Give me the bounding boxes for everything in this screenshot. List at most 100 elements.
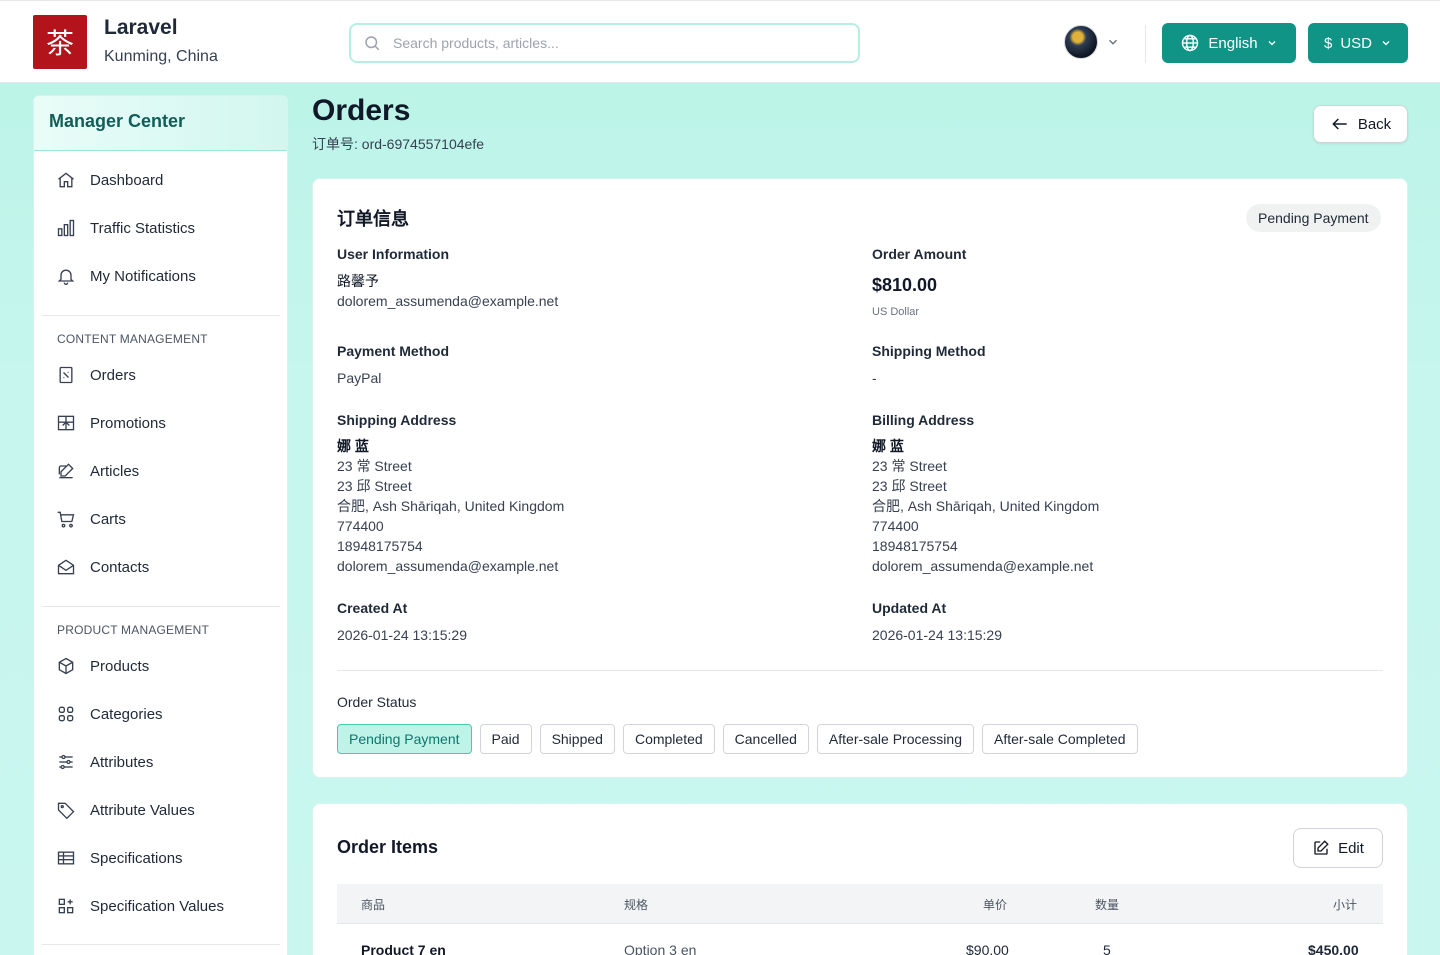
edit-button[interactable]: Edit: [1293, 828, 1383, 868]
brand-logo[interactable]: 茶: [33, 15, 87, 69]
receipt-icon: [54, 363, 78, 387]
section-content-management: CONTENT MANAGEMENT: [57, 332, 208, 346]
sliders-icon: [54, 750, 78, 774]
bar-chart-icon: [54, 216, 78, 240]
brand-name[interactable]: Laravel: [104, 16, 178, 40]
sidebar-item-label: Specification Values: [90, 897, 224, 915]
search-input[interactable]: [393, 35, 813, 51]
status-completed[interactable]: Completed: [622, 724, 715, 754]
status-paid[interactable]: Paid: [479, 724, 532, 754]
language-label: English: [1208, 34, 1258, 52]
order-amount: $810.00: [872, 275, 938, 295]
status-pending-payment[interactable]: Pending Payment: [337, 724, 472, 754]
shipping-postcode: 774400: [337, 518, 384, 534]
user-info-label: User Information: [337, 246, 450, 262]
sidebar-item-attribute-values[interactable]: Attribute Values: [54, 798, 195, 822]
order-currency: US Dollar: [872, 306, 920, 318]
billing-address-label: Billing Address: [872, 412, 975, 428]
home-icon: [54, 168, 78, 192]
updated-at-value: 2026-01-24 13:15:29: [872, 627, 1002, 643]
chevron-down-icon[interactable]: [1106, 35, 1120, 49]
updated-at-label: Updated At: [872, 600, 947, 616]
sidebar-item-products[interactable]: Products: [54, 654, 149, 678]
gift-icon: [54, 411, 78, 435]
edit-icon: [1314, 840, 1329, 855]
user-name: 路馨予: [337, 273, 379, 289]
header-divider: [1145, 25, 1146, 63]
billing-name: 娜 蓝: [872, 438, 904, 454]
back-button[interactable]: Back: [1313, 105, 1408, 143]
items-table-header: 商品 规格 单价 数量 小计: [337, 884, 1383, 924]
shipping-method-label: Shipping Method: [872, 343, 986, 359]
sidebar-item-promotions[interactable]: Promotions: [54, 411, 166, 435]
sidebar-item-attributes[interactable]: Attributes: [54, 750, 153, 774]
envelope-icon: [54, 555, 78, 579]
row-product: Product 7 en: [361, 942, 446, 955]
billing-line1: 23 常 Street: [872, 458, 947, 474]
chevron-down-icon: [1382, 41, 1390, 46]
sidebar-item-label: Traffic Statistics: [90, 219, 196, 237]
sidebar-item-my-notifications[interactable]: My Notifications: [54, 264, 196, 288]
sidebar-item-label: Attributes: [90, 753, 154, 771]
globe-icon: [1182, 34, 1199, 52]
sidebar-item-specification-values[interactable]: Specification Values: [54, 894, 224, 918]
order-info-card: 订单信息 Pending Payment User Information 路馨…: [312, 178, 1408, 778]
sidebar: Manager Center Dashboard Traffic Statist…: [33, 95, 288, 955]
status-cancelled[interactable]: Cancelled: [722, 724, 809, 754]
row-qty: 5: [1103, 942, 1111, 955]
currency-label: USD: [1340, 34, 1372, 52]
billing-city: 合肥, Ash Shāriqah, United Kingdom: [872, 498, 1100, 514]
column-subtotal: 小计: [1333, 898, 1358, 912]
search-box[interactable]: [349, 23, 860, 63]
user-avatar[interactable]: [1064, 25, 1098, 59]
order-status-options: Pending Payment Paid Shipped Completed C…: [337, 724, 1138, 754]
billing-line2: 23 邱 Street: [872, 478, 947, 494]
shipping-name: 娜 蓝: [337, 438, 369, 454]
order-info-title: 订单信息: [337, 209, 409, 229]
chevron-down-icon: [1268, 41, 1276, 46]
shipping-phone: 18948175754: [337, 538, 423, 554]
sidebar-item-traffic-statistics[interactable]: Traffic Statistics: [54, 216, 195, 240]
pencil-square-icon: [54, 459, 78, 483]
sidebar-item-articles[interactable]: Articles: [54, 459, 139, 483]
sidebar-item-label: Carts: [90, 510, 126, 528]
order-items-title: Order Items: [337, 837, 439, 857]
sidebar-divider: [42, 606, 280, 607]
row-price: $90.00: [966, 942, 1009, 955]
sidebar-item-dashboard[interactable]: Dashboard: [54, 168, 163, 192]
language-button[interactable]: English: [1162, 23, 1296, 63]
sidebar-item-label: Products: [90, 657, 150, 675]
shipping-line2: 23 邱 Street: [337, 478, 412, 494]
order-status-label: Order Status: [337, 694, 417, 710]
status-after-sale-completed[interactable]: After-sale Completed: [981, 724, 1138, 754]
sidebar-item-carts[interactable]: Carts: [54, 507, 126, 531]
column-unit-price: 单价: [983, 898, 1008, 912]
order-items-card: Order Items Edit 商品 规格 单价 数量 小计 Product …: [312, 803, 1408, 955]
sidebar-item-label: Orders: [90, 366, 136, 384]
shipping-line1: 23 常 Street: [337, 458, 412, 474]
blocks-icon: [54, 894, 78, 918]
sidebar-item-label: Categories: [90, 705, 163, 723]
bell-icon: [54, 264, 78, 288]
page-title: Orders: [312, 94, 411, 127]
sidebar-item-categories[interactable]: Categories: [54, 702, 163, 726]
sidebar-divider: [42, 315, 280, 316]
column-quantity: 数量: [1095, 898, 1120, 912]
back-label: Back: [1357, 115, 1392, 133]
status-shipped[interactable]: Shipped: [539, 724, 615, 754]
sidebar-item-label: Specifications: [90, 849, 183, 867]
payment-method-label: Payment Method: [337, 343, 450, 359]
currency-button[interactable]: $ USD: [1308, 23, 1408, 63]
currency-symbol: $: [1323, 34, 1333, 52]
sidebar-item-specifications[interactable]: Specifications: [54, 846, 183, 870]
cart-icon: [54, 507, 78, 531]
sidebar-title: Manager Center: [34, 96, 287, 151]
sidebar-item-label: My Notifications: [90, 267, 196, 285]
sidebar-item-contacts[interactable]: Contacts: [54, 555, 149, 579]
search-icon: [365, 36, 380, 51]
order-amount-label: Order Amount: [872, 246, 967, 262]
billing-postcode: 774400: [872, 518, 919, 534]
status-after-sale-processing[interactable]: After-sale Processing: [816, 724, 974, 754]
shipping-city: 合肥, Ash Shāriqah, United Kingdom: [337, 498, 565, 514]
sidebar-item-orders[interactable]: Orders: [54, 363, 136, 387]
